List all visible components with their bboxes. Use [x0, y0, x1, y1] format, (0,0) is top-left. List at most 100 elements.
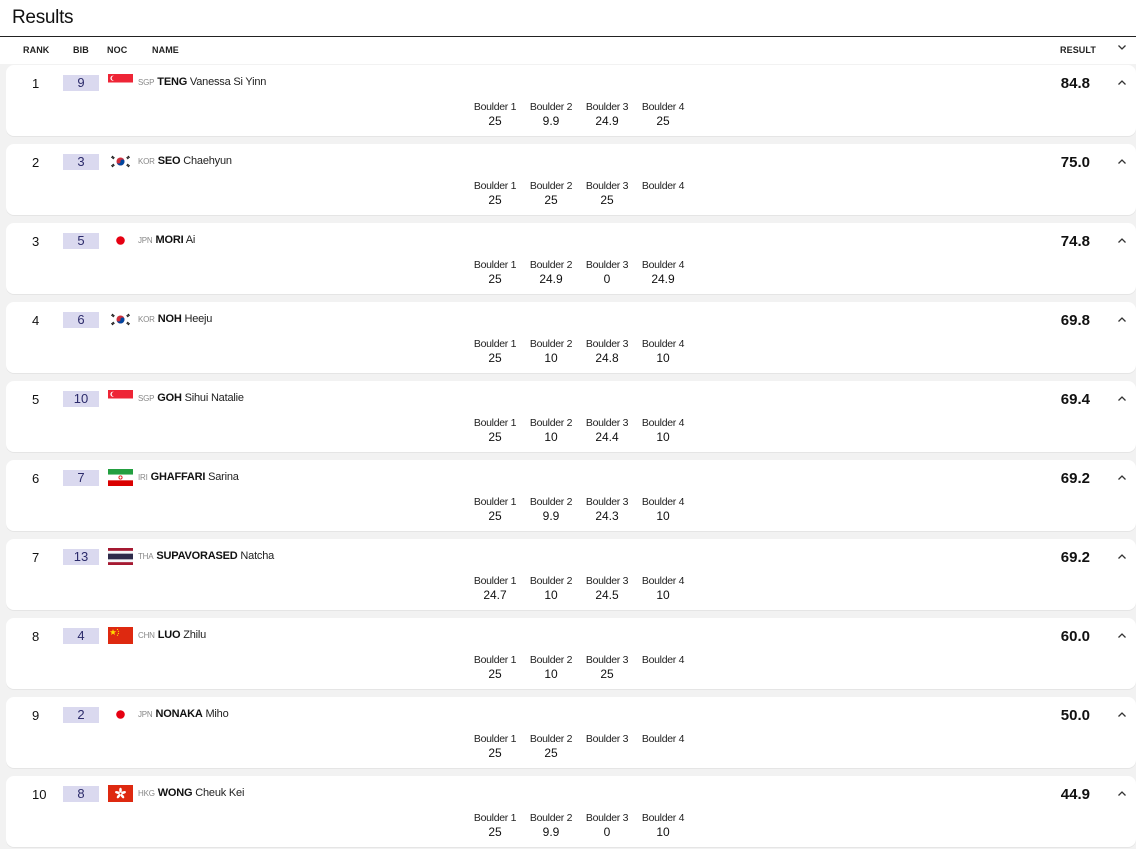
athlete-name[interactable]: KOR NOH Heeju [138, 313, 212, 325]
boulder-score: 10 [656, 588, 670, 602]
hkg-flag-icon [108, 785, 133, 802]
result-row-1[interactable]: 1 9 SGP TENG Vanessa Si Yinn 84.8 Boulder… [6, 65, 1136, 136]
collapse-all-chevron-down-icon[interactable] [1116, 41, 1128, 53]
column-header: RANK BIB NOC NAME RESULT [0, 37, 1136, 64]
boulder-label: Boulder 3 [585, 496, 629, 508]
chevron-up-icon[interactable] [1116, 788, 1128, 800]
athlete-last-name: GHAFFARI [150, 471, 206, 483]
athlete-name[interactable]: SGP TENG Vanessa Si Yinn [138, 76, 266, 88]
boulder-label: Boulder 2 [529, 654, 573, 666]
result-value: 69.8 [1060, 312, 1090, 329]
boulder-score: 24.3 [595, 509, 619, 523]
rank-value: 10 [32, 787, 47, 802]
bib-badge: 7 [63, 470, 99, 486]
athlete-name[interactable]: JPN NONAKA Miho [138, 708, 229, 720]
athlete-last-name: NONAKA [155, 708, 203, 720]
boulder-label: Boulder 2 [529, 101, 573, 113]
boulder-label: Boulder 3 [585, 812, 629, 824]
boulder-4: Boulder 4 25 [635, 101, 691, 128]
result-value: 44.9 [1060, 786, 1090, 803]
athlete-name[interactable]: CHN LUO Zhilu [138, 629, 206, 641]
boulder-2: Boulder 2 9.9 [523, 496, 579, 523]
column-noc: NOC [107, 45, 128, 55]
boulder-2: Boulder 2 10 [523, 654, 579, 681]
result-value: 74.8 [1060, 233, 1090, 250]
boulder-label: Boulder 1 [473, 575, 517, 587]
chevron-up-icon[interactable] [1116, 630, 1128, 642]
chevron-up-icon[interactable] [1116, 314, 1128, 326]
result-row-10[interactable]: 10 8 HKG WONG Cheuk Kei 44.9 Boulder 1 25 B… [6, 776, 1136, 847]
chevron-up-icon[interactable] [1116, 393, 1128, 405]
boulder-score: 25 [488, 351, 502, 365]
result-row-5[interactable]: 5 10 SGP GOH Sihui Natalie 69.4 Boulder 1… [6, 381, 1136, 452]
chevron-up-icon[interactable] [1116, 472, 1128, 484]
noc-code: KOR [138, 315, 155, 324]
boulder-1: Boulder 1 25 [467, 338, 523, 365]
result-row-8[interactable]: 8 4 CHN LUO Zhilu 60.0 Boulder 1 25 Boulder… [6, 618, 1136, 689]
boulder-scores: Boulder 1 25 Boulder 2 9.9 Boulder 3 0 Boulder… [467, 812, 691, 839]
boulder-label: Boulder 1 [473, 338, 517, 350]
result-value: 60.0 [1060, 628, 1090, 645]
athlete-last-name: NOH [157, 313, 182, 325]
chevron-up-icon[interactable] [1116, 709, 1128, 721]
boulder-label: Boulder 3 [585, 259, 629, 271]
boulder-score: 25 [488, 667, 502, 681]
athlete-first-name: Sihui Natalie [184, 392, 244, 404]
chevron-up-icon[interactable] [1116, 156, 1128, 168]
result-row-2[interactable]: 2 3 KOR SEO Chaehyun 75.0 Boulder 1 25 Boul… [6, 144, 1136, 215]
boulder-label: Boulder 2 [529, 259, 573, 271]
boulder-1: Boulder 1 25 [467, 259, 523, 286]
athlete-last-name: TENG [157, 76, 188, 88]
boulder-label: Boulder 1 [473, 654, 517, 666]
boulder-label: Boulder 4 [641, 496, 685, 508]
boulder-score: 24.9 [595, 114, 619, 128]
boulder-2: Boulder 2 10 [523, 417, 579, 444]
athlete-name[interactable]: SGP GOH Sihui Natalie [138, 392, 244, 404]
boulder-4: Boulder 4 [635, 180, 691, 207]
boulder-score: 25 [488, 430, 502, 444]
athlete-name[interactable]: KOR SEO Chaehyun [138, 155, 232, 167]
result-value: 69.4 [1060, 391, 1090, 408]
boulder-score: 25 [488, 825, 502, 839]
boulder-score: 0 [603, 272, 611, 286]
bib-badge: 5 [63, 233, 99, 249]
bib-badge: 13 [63, 549, 99, 565]
chevron-up-icon[interactable] [1116, 77, 1128, 89]
rank-value: 7 [32, 550, 40, 565]
boulder-4: Boulder 4 [635, 733, 691, 760]
rank-value: 6 [32, 471, 40, 486]
boulder-score: 25 [544, 193, 558, 207]
boulder-label: Boulder 3 [585, 575, 629, 587]
chn-flag-icon [108, 627, 133, 644]
bib-badge: 9 [63, 75, 99, 91]
boulder-label: Boulder 1 [473, 812, 517, 824]
boulder-label: Boulder 1 [473, 101, 517, 113]
boulder-scores: Boulder 1 25 Boulder 2 10 Boulder 3 24.8 Bould… [467, 338, 691, 365]
result-row-6[interactable]: 6 7 IRI GHAFFARI Sarina 69.2 Boulder 1 25 B… [6, 460, 1136, 531]
result-row-3[interactable]: 3 5 JPN MORI Ai 74.8 Boulder 1 25 Boulder 2… [6, 223, 1136, 294]
jpn-flag-icon [108, 232, 133, 249]
bib-badge: 2 [63, 707, 99, 723]
athlete-first-name: Chaehyun [183, 155, 232, 167]
athlete-name[interactable]: HKG WONG Cheuk Kei [138, 787, 244, 799]
result-row-7[interactable]: 7 13 THA SUPAVORASED Natcha 69.2 Boulder … [6, 539, 1136, 610]
rank-value: 9 [32, 708, 40, 723]
boulder-1: Boulder 1 25 [467, 733, 523, 760]
boulder-4: Boulder 4 10 [635, 575, 691, 602]
chevron-up-icon[interactable] [1116, 235, 1128, 247]
boulder-2: Boulder 2 9.9 [523, 812, 579, 839]
athlete-name[interactable]: IRI GHAFFARI Sarina [138, 471, 239, 483]
athlete-name[interactable]: THA SUPAVORASED Natcha [138, 550, 274, 562]
boulder-score: 24.9 [539, 272, 563, 286]
result-row-4[interactable]: 4 6 KOR NOH Heeju 69.8 Boulder 1 25 Boulder… [6, 302, 1136, 373]
boulder-3: Boulder 30 [579, 259, 635, 286]
athlete-name[interactable]: JPN MORI Ai [138, 234, 195, 246]
boulder-2: Boulder 2 24.9 [523, 259, 579, 286]
chevron-up-icon[interactable] [1116, 551, 1128, 563]
boulder-score: 24.9 [651, 272, 675, 286]
kor-flag-icon [108, 153, 133, 170]
result-row-9[interactable]: 9 2 JPN NONAKA Miho 50.0 Boulder 1 25 Bould… [6, 697, 1136, 768]
sgp-flag-icon [108, 390, 133, 407]
boulder-scores: Boulder 1 25 Boulder 2 25 Boulder 3 Boulder 4 [467, 733, 691, 760]
boulder-3: Boulder 3 24.3 [579, 496, 635, 523]
